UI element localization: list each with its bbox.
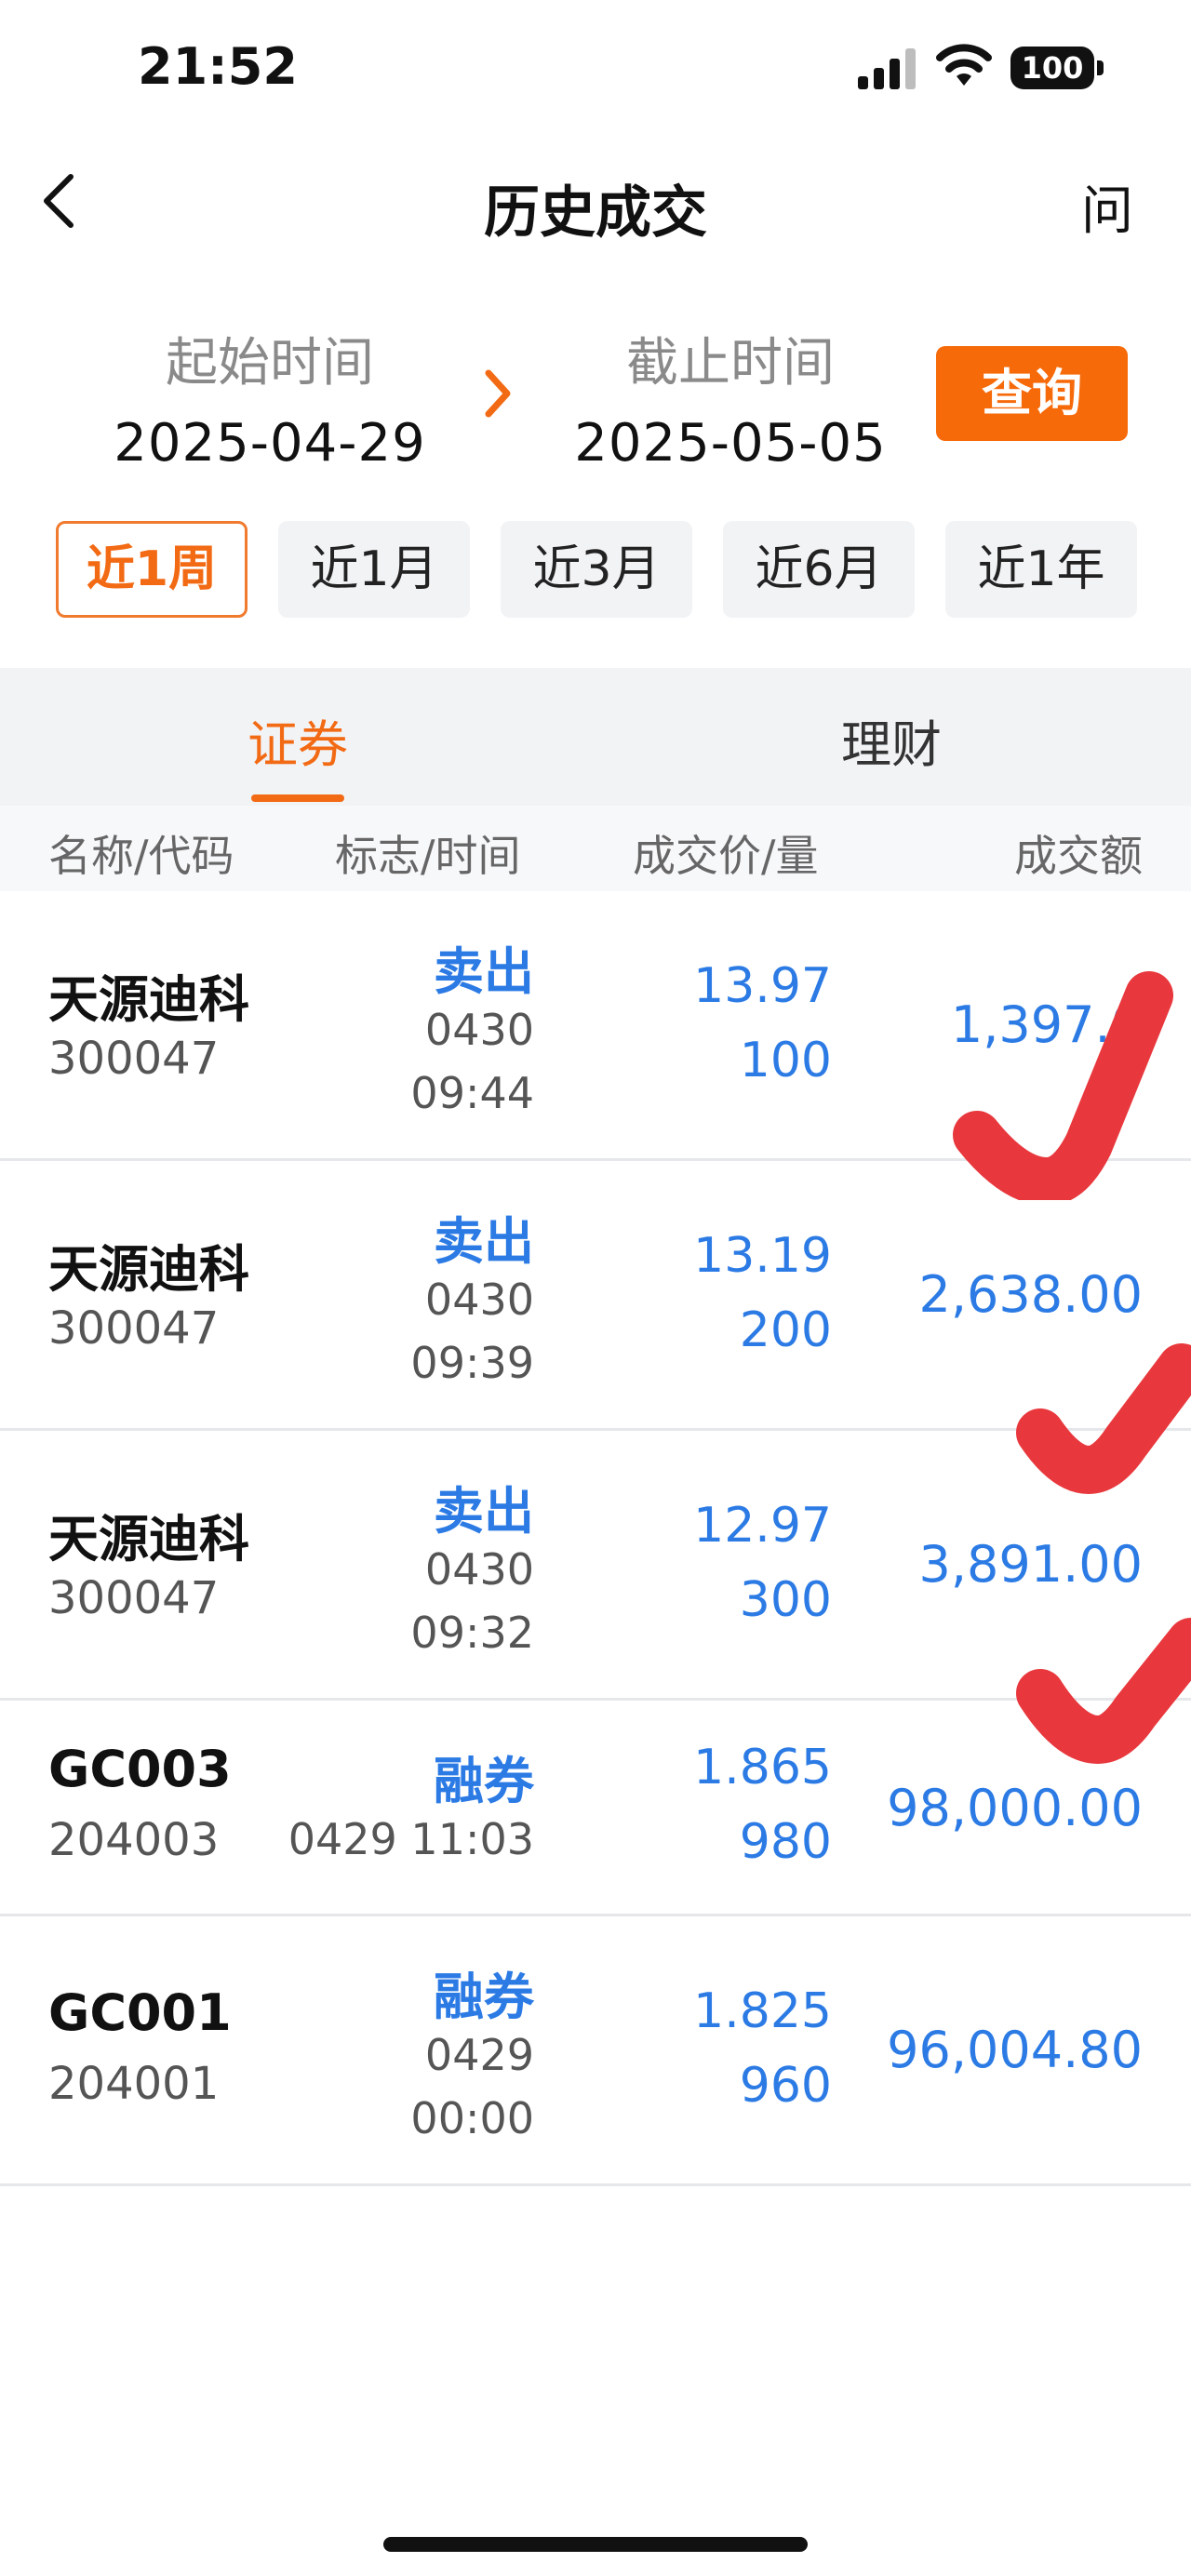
table-row[interactable]: GC001 204001 融券 0429 00:00 1.825 960 96,…	[0, 1916, 1191, 2186]
trade-flag: 卖出	[434, 1212, 534, 1271]
period-1year-button[interactable]: 近1年	[945, 521, 1137, 618]
header-price-qty: 成交价/量	[633, 831, 819, 881]
trade-time: 00:00	[410, 2093, 534, 2143]
stock-code: 300047	[48, 1572, 220, 1624]
status-bar: 21:52 100	[0, 0, 1191, 140]
trade-price: 13.97	[693, 958, 832, 1014]
start-date-picker[interactable]: 起始时间 2025-04-29	[84, 321, 456, 474]
trade-qty: 960	[739, 2058, 832, 2114]
trade-amount: 96,004.80	[887, 2021, 1143, 2079]
stock-code: 204003	[48, 1814, 220, 1866]
stock-name: 天源迪科	[48, 1510, 249, 1568]
query-button[interactable]: 查询	[936, 346, 1128, 441]
trade-price: 13.19	[693, 1228, 832, 1284]
end-date-label: 截止时间	[626, 333, 835, 394]
stock-name: GC001	[48, 1983, 232, 2042]
end-date-value[interactable]: 2025-05-05	[544, 413, 917, 474]
active-tab-indicator	[251, 794, 344, 802]
help-button[interactable]: 问	[1081, 169, 1133, 245]
period-3month-button[interactable]: 近3月	[501, 521, 692, 618]
header-name-code: 名称/代码	[48, 831, 234, 881]
trade-qty: 100	[739, 1033, 832, 1088]
table-row[interactable]: GC003 204003 融券 0429 11:03 1.865 980 98,…	[0, 1701, 1191, 1916]
stock-code: 204001	[48, 2058, 220, 2110]
period-6month-button[interactable]: 近6月	[723, 521, 915, 618]
home-indicator[interactable]	[383, 2537, 808, 2552]
trade-flag: 卖出	[434, 942, 534, 1001]
trade-date: 0430	[424, 1005, 534, 1055]
nav-bar: 历史成交 问	[0, 149, 1191, 251]
header-flag-time: 标志/时间	[335, 831, 521, 881]
trade-amount: 98,000.00	[887, 1779, 1143, 1837]
trade-time: 09:39	[410, 1338, 534, 1388]
table-row[interactable]: 天源迪科 300047 卖出 0430 09:39 13.19 200 2,63…	[0, 1161, 1191, 1431]
stock-code: 300047	[48, 1302, 220, 1355]
tab-bar: 证券 理财	[0, 668, 1191, 806]
period-1month-button[interactable]: 近1月	[278, 521, 470, 618]
stock-name: 天源迪科	[48, 1240, 249, 1299]
table-row[interactable]: 天源迪科 300047 卖出 0430 09:32 12.97 300 3,89…	[0, 1431, 1191, 1701]
chevron-right-icon	[485, 369, 511, 418]
tab-securities[interactable]: 证券	[248, 703, 348, 777]
period-1week-button[interactable]: 近1周	[56, 521, 248, 618]
trade-date: 0430	[424, 1544, 534, 1595]
tab-wealth[interactable]: 理财	[841, 703, 942, 777]
battery-icon: 100	[1010, 47, 1104, 89]
start-date-label: 起始时间	[166, 333, 374, 394]
stock-name: GC003	[48, 1740, 232, 1798]
period-filter-row: 近1周 近1月 近3月 近6月 近1年	[0, 521, 1191, 618]
trade-date: 0429	[424, 2030, 534, 2080]
trade-qty: 980	[739, 1814, 832, 1870]
battery-level: 100	[1021, 50, 1084, 86]
table-row[interactable]: 天源迪科 300047 卖出 0430 09:44 13.97 100 1,39…	[0, 891, 1191, 1161]
trade-flag: 融券	[434, 1752, 534, 1810]
trade-amount: 2,638.00	[918, 1265, 1143, 1324]
status-time: 21:52	[138, 37, 298, 96]
trade-qty: 200	[739, 1302, 832, 1358]
stock-code: 300047	[48, 1033, 220, 1085]
table-header: 名称/代码 标志/时间 成交价/量 成交额	[0, 806, 1191, 891]
trade-amount: 3,891.00	[918, 1535, 1143, 1594]
start-date-value[interactable]: 2025-04-29	[84, 413, 456, 474]
trade-time: 09:44	[410, 1068, 534, 1118]
header-amount: 成交额	[1014, 831, 1143, 881]
trade-price: 1.825	[693, 1983, 832, 2039]
trade-price: 12.97	[693, 1498, 832, 1554]
trade-flag: 融券	[434, 1968, 534, 2026]
page-title: 历史成交	[484, 180, 707, 246]
wifi-icon	[936, 44, 992, 86]
trade-qty: 300	[739, 1572, 832, 1628]
trade-amount: 1,397.0	[950, 995, 1143, 1054]
trade-time: 09:32	[410, 1608, 534, 1658]
trade-date: 0430	[424, 1275, 534, 1325]
end-date-picker[interactable]: 截止时间 2025-05-05	[544, 321, 917, 474]
trade-flag: 卖出	[434, 1482, 534, 1541]
stock-name: 天源迪科	[48, 970, 249, 1029]
cellular-signal-icon	[858, 48, 916, 89]
trade-price: 1.865	[693, 1740, 832, 1795]
trade-datetime: 0429 11:03	[288, 1814, 534, 1864]
